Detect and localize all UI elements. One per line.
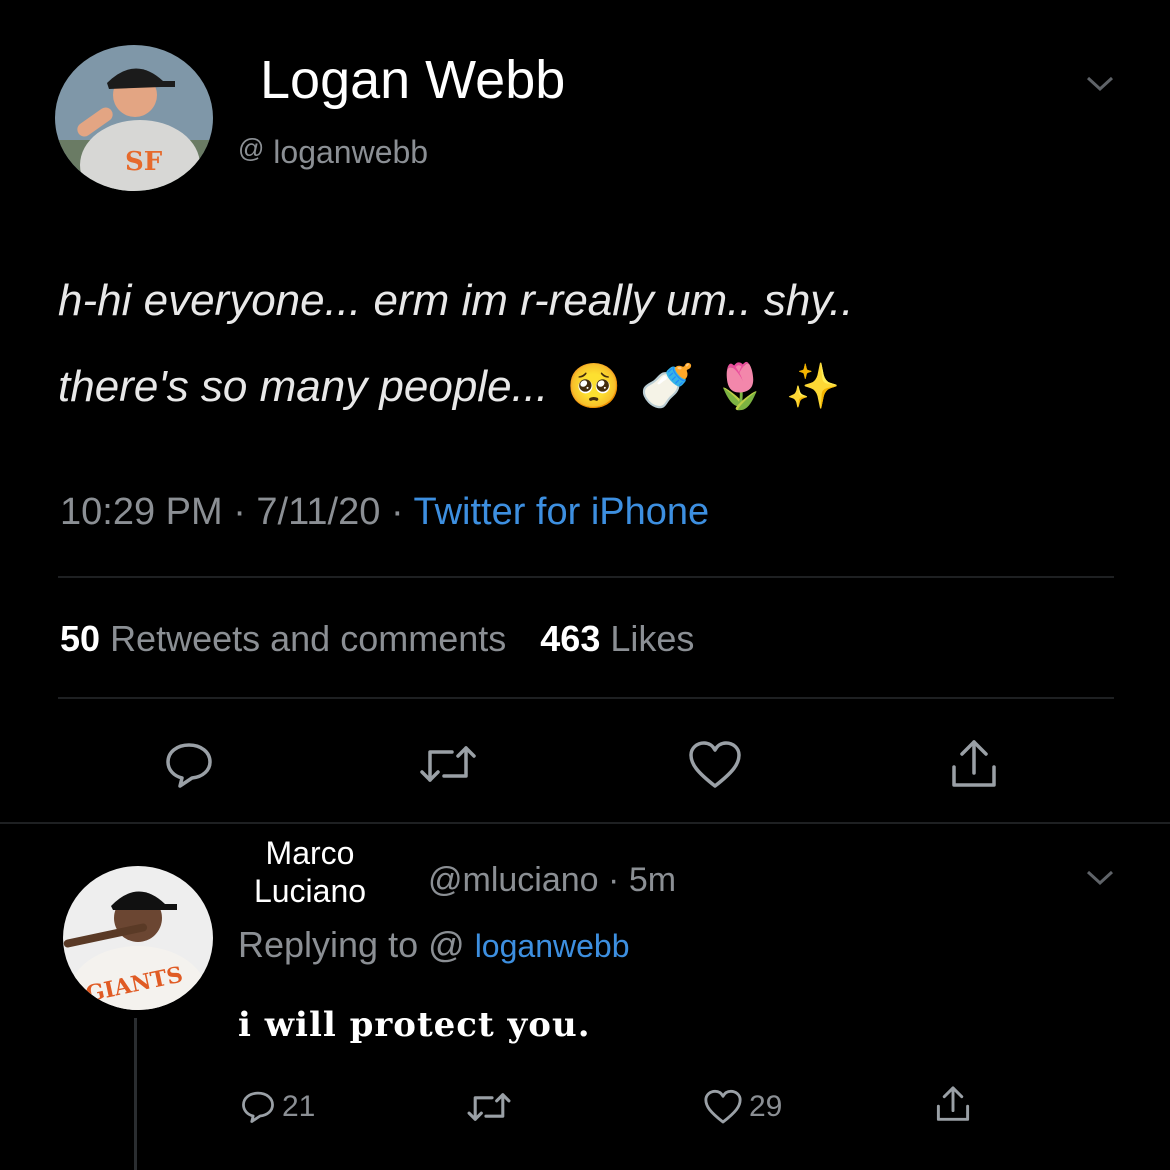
reply-handle-time: @mluciano · 5m [428, 860, 676, 900]
likes-count[interactable]: 463 [540, 618, 600, 659]
avatar-marco-luciano[interactable]: GIANTS [63, 866, 213, 1010]
display-name[interactable]: Logan Webb [260, 48, 565, 112]
pleading-face-emoji: 🥺 [566, 362, 622, 411]
share-icon[interactable] [948, 737, 1000, 791]
reply-handle[interactable]: @mluciano [428, 861, 599, 899]
divider [0, 822, 1170, 824]
tulip-emoji: 🌷 [712, 362, 768, 411]
like-count: 29 [749, 1090, 783, 1123]
reply-thread-line [134, 1018, 137, 1170]
svg-text:SF: SF [125, 147, 163, 177]
tweet-text-line-1: h-hi everyone... erm im r-really um.. sh… [58, 276, 854, 325]
avatar-logan-webb[interactable]: SF [55, 45, 213, 191]
replying-prefix: Replying to [238, 924, 419, 965]
reply-time: · 5m [608, 861, 677, 899]
heart-icon [703, 1089, 743, 1125]
handle-text: loganwebb [273, 134, 429, 170]
sparkles-emoji: ✨ [785, 362, 841, 411]
reply-action-reply[interactable]: 21 [240, 1087, 315, 1127]
tweet-meta: 10:29 PM · 7/11/20 · Twitter for iPhone [60, 490, 709, 534]
replying-at: @ [428, 924, 465, 965]
reply-count: 21 [282, 1090, 316, 1123]
chevron-down-icon[interactable] [1085, 868, 1115, 888]
replying-to: Replying to @ loganwebb [238, 922, 629, 969]
retweet-icon[interactable] [418, 742, 478, 786]
chevron-down-icon[interactable] [1085, 74, 1115, 94]
heart-icon[interactable] [687, 740, 743, 790]
share-icon[interactable] [934, 1084, 972, 1124]
divider [58, 576, 1114, 578]
reply-icon[interactable] [163, 740, 215, 790]
tweet-stats: 50 Retweets and comments 463 Likes [60, 617, 694, 661]
replying-handle-link[interactable]: loganwebb [475, 928, 630, 964]
reply-icon [240, 1089, 276, 1125]
source-link[interactable]: Twitter for iPhone [413, 491, 709, 533]
reply-action-like[interactable]: 29 [703, 1087, 782, 1127]
handle[interactable]: @ loganwebb [238, 128, 428, 172]
retweet-icon[interactable] [466, 1090, 512, 1124]
retweets-count[interactable]: 50 [60, 618, 100, 659]
at-symbol: @ [238, 133, 265, 163]
baby-bottle-emoji: 🍼 [639, 362, 695, 411]
reply-display-name[interactable]: Marco Luciano [240, 834, 380, 910]
reply-text: i will protect you. [238, 1005, 591, 1045]
likes-label[interactable]: Likes [610, 618, 694, 659]
tweet-text: h-hi everyone... erm im r-really um.. sh… [58, 258, 853, 430]
retweets-label[interactable]: Retweets and comments [110, 618, 506, 659]
timestamp: 10:29 PM · 7/11/20 · [60, 491, 414, 533]
tweet-text-line-2: there's so many people... 🥺 🍼 🌷 ✨ [58, 362, 841, 411]
divider [58, 697, 1114, 699]
